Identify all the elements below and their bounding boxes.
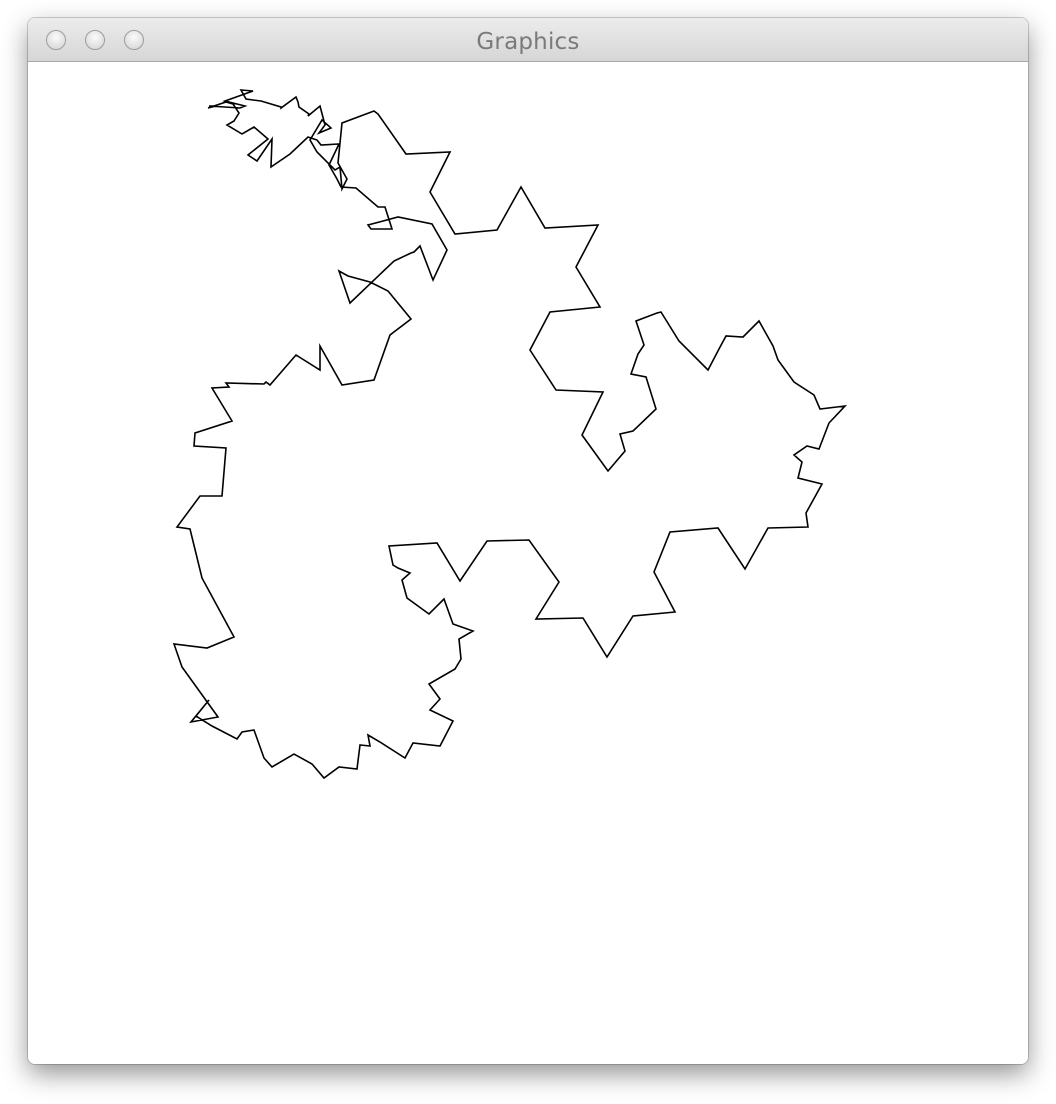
graphics-canvas[interactable] [28,62,1028,1064]
fractal-drawing [172,89,848,780]
title-bar[interactable]: Graphics [28,18,1028,62]
window-title: Graphics [476,29,580,55]
graphics-window: Graphics [28,18,1028,1064]
fractal-outline [172,89,848,780]
